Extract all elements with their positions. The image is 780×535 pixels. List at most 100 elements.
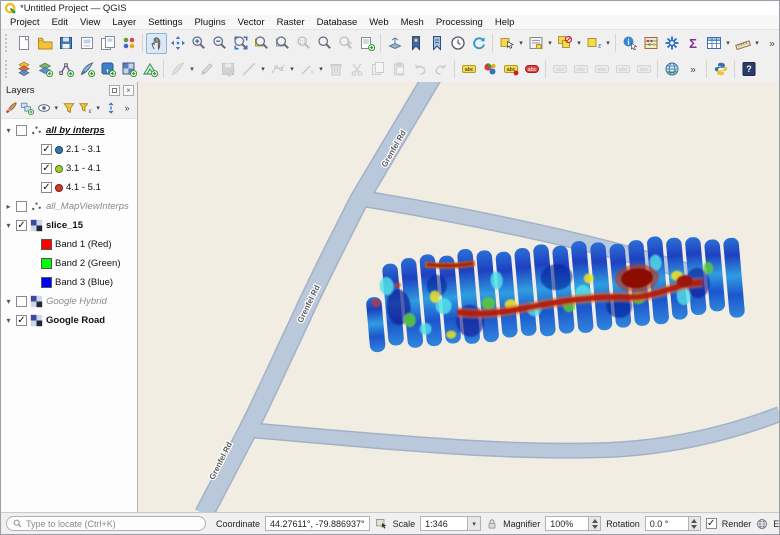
new-shapefile-layer-icon[interactable] (55, 59, 76, 80)
temporal-controller-icon[interactable] (447, 33, 468, 54)
close-panel-button[interactable]: × (123, 85, 134, 96)
pan-to-selection-icon[interactable] (167, 33, 188, 54)
lock-scale-icon[interactable] (486, 515, 498, 533)
toggle-extents-icon[interactable] (375, 515, 388, 533)
layer-item-4-1-5-1[interactable]: ✓4.1 - 5.1 (1, 178, 137, 197)
rotation-spinbox[interactable]: 0.0 ° (645, 516, 701, 531)
deselect-features-icon[interactable] (554, 33, 575, 54)
new-project-icon[interactable] (13, 33, 34, 54)
style-manager-icon[interactable] (118, 33, 139, 54)
current-edits-dropdown-icon[interactable]: ▾ (188, 65, 196, 73)
magnifier-stepper[interactable] (589, 516, 601, 531)
select-features-dropdown-icon[interactable]: ▾ (517, 39, 525, 47)
layer-checkbox[interactable]: ✓ (16, 315, 27, 326)
manage-map-themes-icon[interactable] (36, 99, 51, 117)
open-layer-styling-icon[interactable] (3, 99, 18, 117)
zoom-full-icon[interactable] (230, 33, 251, 54)
layer-item-2-1-3-1[interactable]: ✓2.1 - 3.1 (1, 140, 137, 159)
layer-checkbox[interactable] (16, 125, 27, 136)
identify-features-icon[interactable]: i (619, 33, 640, 54)
layer-item-band-2-green-[interactable]: Band 2 (Green) (1, 254, 137, 273)
statistical-summary-icon[interactable]: Σ (682, 33, 703, 54)
layer-checkbox[interactable]: ✓ (41, 144, 52, 155)
add-vector-layer-icon[interactable] (34, 59, 55, 80)
toolbar-extension-icon[interactable]: » (761, 33, 779, 54)
pin-unpin-labels-icon[interactable]: abc (500, 59, 521, 80)
layer-item-all-mapviewinterps[interactable]: ▸all_MapViewInterps (1, 197, 137, 216)
map-canvas[interactable]: Grenfel Rd Grenfel Rd Grenfel Rd (138, 82, 779, 512)
menu-settings[interactable]: Settings (142, 16, 188, 29)
render-checkbox[interactable]: ✓ (706, 518, 717, 529)
rotation-stepper[interactable] (689, 516, 701, 531)
expander-icon[interactable]: ▾ (4, 221, 13, 230)
menu-plugins[interactable]: Plugins (188, 16, 231, 29)
refresh-icon[interactable] (468, 33, 489, 54)
layer-item-google-hybrid[interactable]: ▾Google Hybrid (1, 292, 137, 311)
float-panel-button[interactable] (109, 85, 120, 96)
layer-item-band-3-blue-[interactable]: Band 3 (Blue) (1, 273, 137, 292)
add-group-icon[interactable] (19, 99, 34, 117)
layer-labeling-options-icon[interactable]: abc (458, 59, 479, 80)
zoom-last-icon[interactable] (314, 33, 335, 54)
coordinate-input[interactable]: 44.27611°, -79.886937° (265, 516, 370, 531)
metasearch-icon[interactable] (661, 59, 682, 80)
menu-database[interactable]: Database (311, 16, 364, 29)
layer-checkbox[interactable]: ✓ (41, 163, 52, 174)
help-contents-icon[interactable]: ? (738, 59, 759, 80)
attribute-table-dropdown-icon[interactable]: ▾ (724, 39, 732, 47)
expand-collapse-all-icon[interactable] (103, 99, 118, 117)
layer-item-slice-15[interactable]: ▾✓slice_15 (1, 216, 137, 235)
data-source-manager-icon[interactable] (13, 59, 34, 80)
pan-map-icon[interactable] (146, 33, 167, 54)
scale-dropdown-icon[interactable]: ▾ (468, 516, 481, 531)
zoom-to-selection-icon[interactable] (251, 33, 272, 54)
map-view[interactable]: Grenfel Rd Grenfel Rd Grenfel Rd (138, 82, 779, 512)
menu-processing[interactable]: Processing (430, 16, 489, 29)
deselect-features-dropdown-icon[interactable]: ▾ (575, 39, 583, 47)
add-mesh-layer-icon[interactable] (139, 59, 160, 80)
filter-legend-by-expression-dropdown-icon[interactable]: ▾ (94, 104, 102, 112)
add-raster-layer-icon[interactable] (118, 59, 139, 80)
filter-legend-icon[interactable] (61, 99, 76, 117)
menu-web[interactable]: Web (363, 16, 394, 29)
select-features-by-value-dropdown-icon[interactable]: ▾ (546, 39, 554, 47)
select-features-icon[interactable] (496, 33, 517, 54)
layer-checkbox[interactable]: ✓ (41, 182, 52, 193)
layer-diagram-options-icon[interactable] (479, 59, 500, 80)
layer-checkbox[interactable]: ✓ (16, 220, 27, 231)
menu-layer[interactable]: Layer (106, 16, 142, 29)
measure-icon[interactable] (732, 33, 753, 54)
menu-raster[interactable]: Raster (271, 16, 311, 29)
add-feature-dropdown-icon[interactable]: ▾ (259, 65, 267, 73)
expander-icon[interactable]: ▾ (4, 297, 13, 306)
expander-icon[interactable]: ▸ (4, 202, 13, 211)
new-map-view-icon[interactable] (356, 33, 377, 54)
add-delimited-text-layer-icon[interactable]: , (97, 59, 118, 80)
magnifier-value[interactable]: 100% (545, 516, 589, 531)
new-print-layout-icon[interactable] (76, 33, 97, 54)
show-layout-manager-icon[interactable] (97, 33, 118, 54)
menu-vector[interactable]: Vector (232, 16, 271, 29)
new-geopackage-layer-icon[interactable] (76, 59, 97, 80)
modify-attributes-dropdown-icon[interactable]: ▾ (317, 65, 325, 73)
new-spatial-bookmark-icon[interactable] (405, 33, 426, 54)
manage-map-themes-dropdown-icon[interactable]: ▾ (52, 104, 60, 112)
python-console-icon[interactable] (710, 59, 731, 80)
scale-combo[interactable]: 1:346 ▾ (420, 516, 481, 531)
menu-view[interactable]: View (74, 16, 106, 29)
layer-item-google-road[interactable]: ▾✓Google Road (1, 311, 137, 330)
layer-item-3-1-4-1[interactable]: ✓3.1 - 4.1 (1, 159, 137, 178)
rotation-value[interactable]: 0.0 ° (645, 516, 689, 531)
menu-help[interactable]: Help (489, 16, 521, 29)
save-project-icon[interactable] (55, 33, 76, 54)
expander-icon[interactable]: ▾ (4, 316, 13, 325)
layer-item-all-by-interps[interactable]: ▾all by interps (1, 121, 137, 140)
expander-icon[interactable]: ▾ (4, 126, 13, 135)
layer-checkbox[interactable] (16, 296, 27, 307)
show-spatial-bookmarks-icon[interactable] (426, 33, 447, 54)
panel-overflow-icon[interactable]: » (120, 99, 135, 117)
layer-checkbox[interactable] (16, 201, 27, 212)
filter-legend-by-expression-icon[interactable]: ε (78, 99, 93, 117)
attribute-table-icon[interactable] (703, 33, 724, 54)
select-by-expression-icon[interactable]: ε (583, 33, 604, 54)
